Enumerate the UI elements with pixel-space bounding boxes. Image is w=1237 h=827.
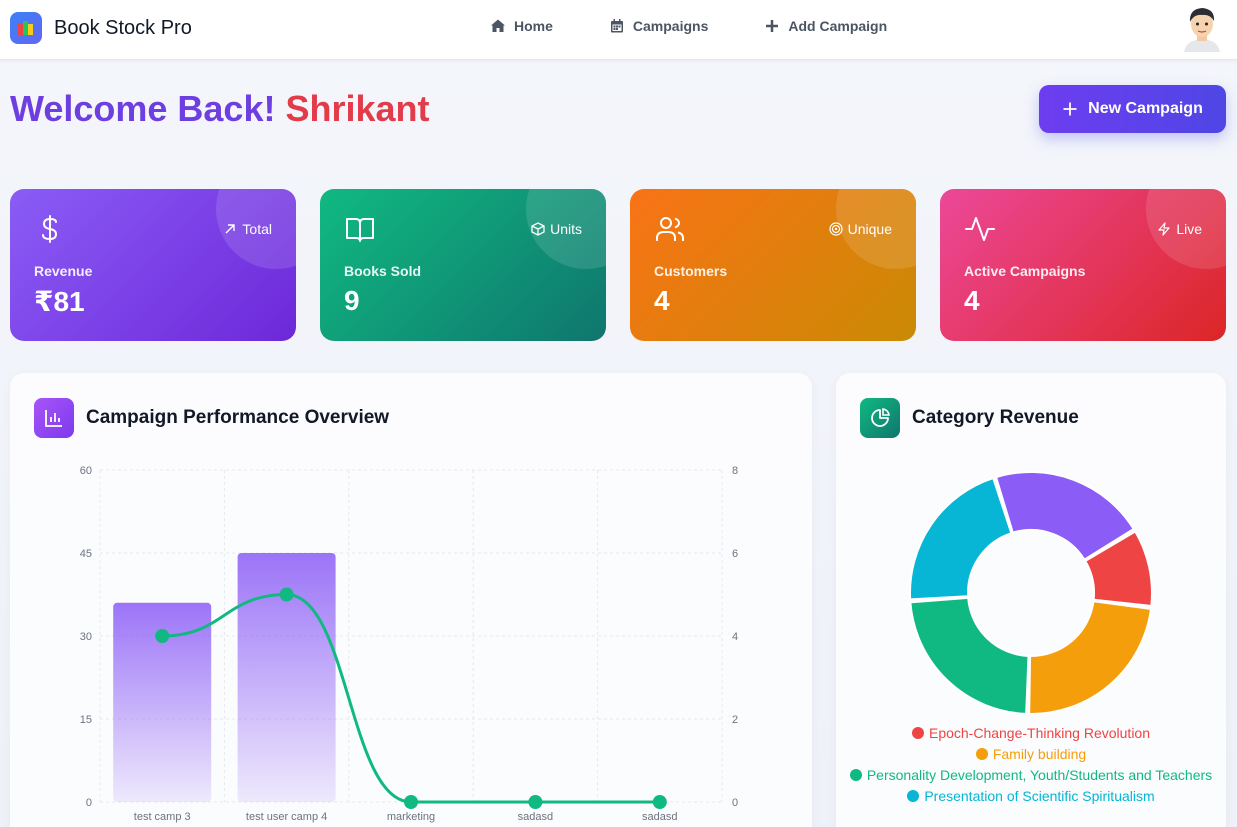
home-icon (491, 19, 505, 32)
plus-icon (1063, 102, 1077, 116)
nav-home-label: Home (514, 18, 553, 34)
package-icon (531, 222, 545, 236)
line-point (528, 795, 543, 809)
nav-links: Home Campaigns Add Campaign (490, 18, 887, 34)
legend-swatch (849, 769, 862, 781)
nav-add-campaign[interactable]: Add Campaign (764, 18, 887, 34)
legend-swatch (907, 790, 920, 802)
x-tick-label: test user camp 4 (246, 811, 327, 823)
brand-name: Book Stock Pro (54, 16, 192, 39)
stat-tag-label: Units (550, 221, 582, 237)
category-revenue-panel: Category Revenue Epoch-Change-Thinking R… (836, 373, 1226, 827)
y-right-tick-label: 8 (732, 465, 738, 477)
y-left-tick-label: 30 (80, 631, 92, 643)
nav-add-campaign-label: Add Campaign (788, 18, 888, 34)
legend-item[interactable]: Presentation of Scientific Spiritualism (836, 786, 1226, 807)
stat-label: Customers (654, 263, 728, 279)
stat-card-customers: Unique Customers 4 (630, 189, 916, 341)
stat-value: 4 (654, 285, 670, 316)
arrow-up-right-icon (225, 224, 236, 234)
stat-value: 9 (344, 285, 360, 316)
stat-label: Active Campaigns (964, 263, 1086, 279)
legend-label: Personality Development, Youth/Students … (866, 767, 1213, 783)
donut-slice (909, 596, 1030, 715)
activity-icon (965, 217, 995, 241)
dollar-icon (42, 215, 58, 243)
legend-item[interactable]: Family building (836, 744, 1226, 765)
user-avatar[interactable] (1180, 4, 1224, 52)
users-icon (656, 217, 684, 241)
legend-label: Epoch-Change-Thinking Revolution (928, 725, 1151, 741)
category-legend: Epoch-Change-Thinking Revolution Family b… (836, 723, 1226, 807)
y-right-tick-label: 4 (732, 631, 738, 643)
y-left-tick-label: 45 (80, 548, 92, 560)
x-tick-label: marketing (387, 811, 435, 823)
brand[interactable]: Book Stock Pro (10, 12, 192, 44)
stat-tag-unique: Unique (829, 221, 892, 237)
stat-card-active-campaigns: Live Active Campaigns 4 (940, 189, 1226, 341)
campaign-performance-panel: Campaign Performance Overview 0 15 30 45 60 0… (10, 373, 812, 827)
stat-card-revenue: Total Revenue ₹81 (10, 189, 296, 341)
y-left-tick-label: 15 (80, 714, 92, 726)
campaign-performance-chart: 0 15 30 45 60 0 2 4 6 8 test camp 3 test user camp … (80, 465, 738, 823)
line-point (279, 587, 294, 602)
legend-item[interactable]: Personality Development, Youth/Students … (836, 765, 1226, 786)
line-series (162, 592, 660, 804)
nav-home[interactable]: Home (490, 18, 553, 34)
new-campaign-button[interactable]: New Campaign (1039, 85, 1226, 133)
donut-slice (1028, 600, 1153, 715)
stat-tag-live: Live (1157, 221, 1202, 237)
legend-label: Family building (992, 746, 1087, 762)
stat-label: Revenue (34, 263, 93, 279)
books-logo-icon (10, 12, 42, 44)
stat-label: Books Sold (344, 263, 422, 279)
zap-icon (1158, 222, 1170, 236)
target-icon (829, 222, 843, 236)
x-tick-label: test camp 3 (134, 811, 191, 823)
nav-campaigns-label: Campaigns (632, 18, 709, 34)
category-revenue-donut (909, 471, 1153, 715)
plus-icon (766, 20, 779, 32)
donut-slice (909, 476, 1013, 601)
y-right-tick-label: 0 (732, 797, 738, 809)
line-point (155, 629, 170, 643)
new-campaign-label: New Campaign (1088, 100, 1203, 117)
welcome-heading: Welcome Back! Shrikant (10, 88, 430, 130)
stat-tag-total: Total (223, 221, 272, 237)
line-point (404, 795, 418, 809)
stat-card-books-sold: Units Books Sold 9 (320, 189, 606, 341)
y-right-tick-label: 6 (732, 548, 738, 560)
book-open-icon (346, 218, 374, 242)
welcome-user-name: Shrikant (285, 88, 430, 129)
calendar-icon (610, 19, 623, 33)
y-left-tick-label: 0 (86, 797, 92, 809)
legend-item[interactable]: Epoch-Change-Thinking Revolution (836, 723, 1226, 744)
stat-tag-label: Live (1176, 221, 1202, 237)
y-right-tick-label: 2 (732, 714, 738, 726)
x-tick-label: sadasd (642, 811, 677, 823)
legend-label: Presentation of Scientific Spiritualism (924, 788, 1155, 804)
legend-swatch (975, 748, 988, 760)
stat-tag-units: Units (531, 221, 582, 237)
top-navbar: Book Stock Pro Home Campaigns Add Campai… (0, 0, 1237, 60)
nav-campaigns[interactable]: Campaigns (609, 18, 708, 34)
stat-value: 4 (964, 285, 980, 316)
stat-value: ₹81 (34, 286, 85, 317)
y-left-tick-label: 60 (80, 465, 92, 477)
welcome-greeting: Welcome Back! (10, 88, 276, 129)
legend-swatch (911, 727, 924, 739)
stat-tag-label: Unique (847, 221, 892, 237)
line-point (652, 795, 667, 809)
stat-tag-label: Total (242, 221, 272, 237)
x-tick-label: sadasd (518, 811, 553, 823)
